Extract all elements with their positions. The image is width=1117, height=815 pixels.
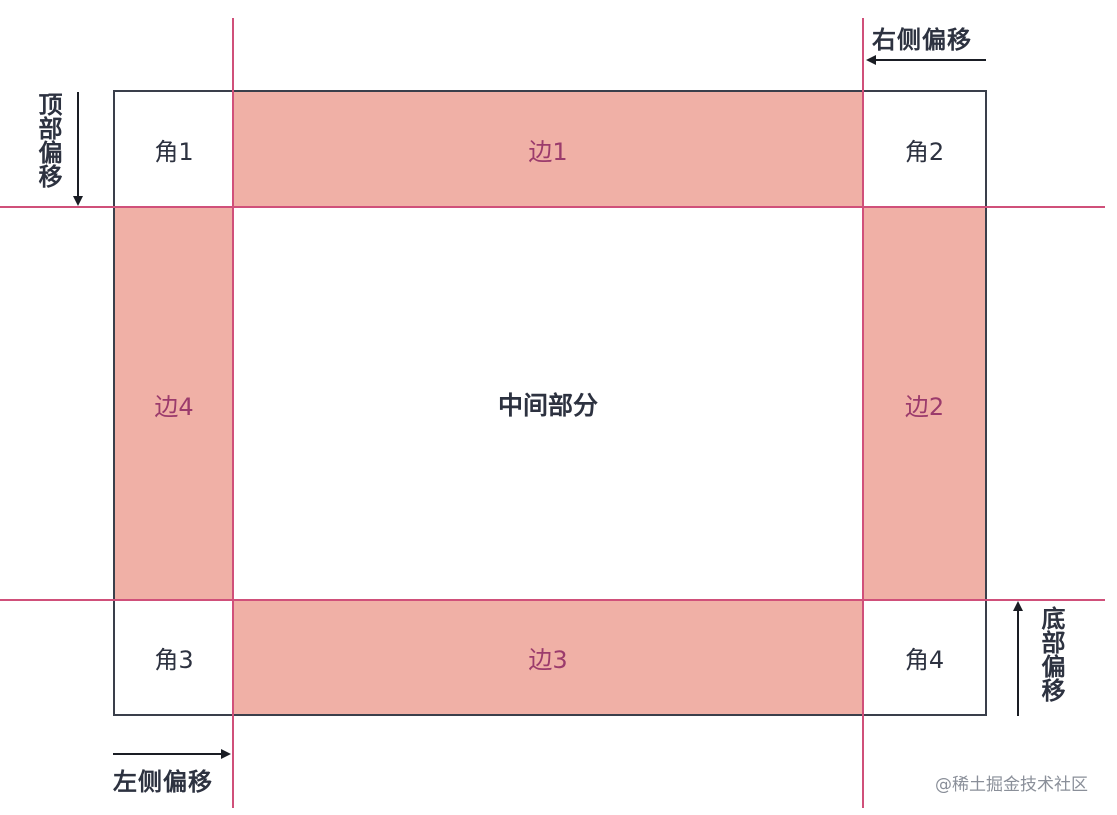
- offset-arrows: [73, 55, 1023, 759]
- watermark: @稀土掘金技术社区: [935, 775, 1088, 795]
